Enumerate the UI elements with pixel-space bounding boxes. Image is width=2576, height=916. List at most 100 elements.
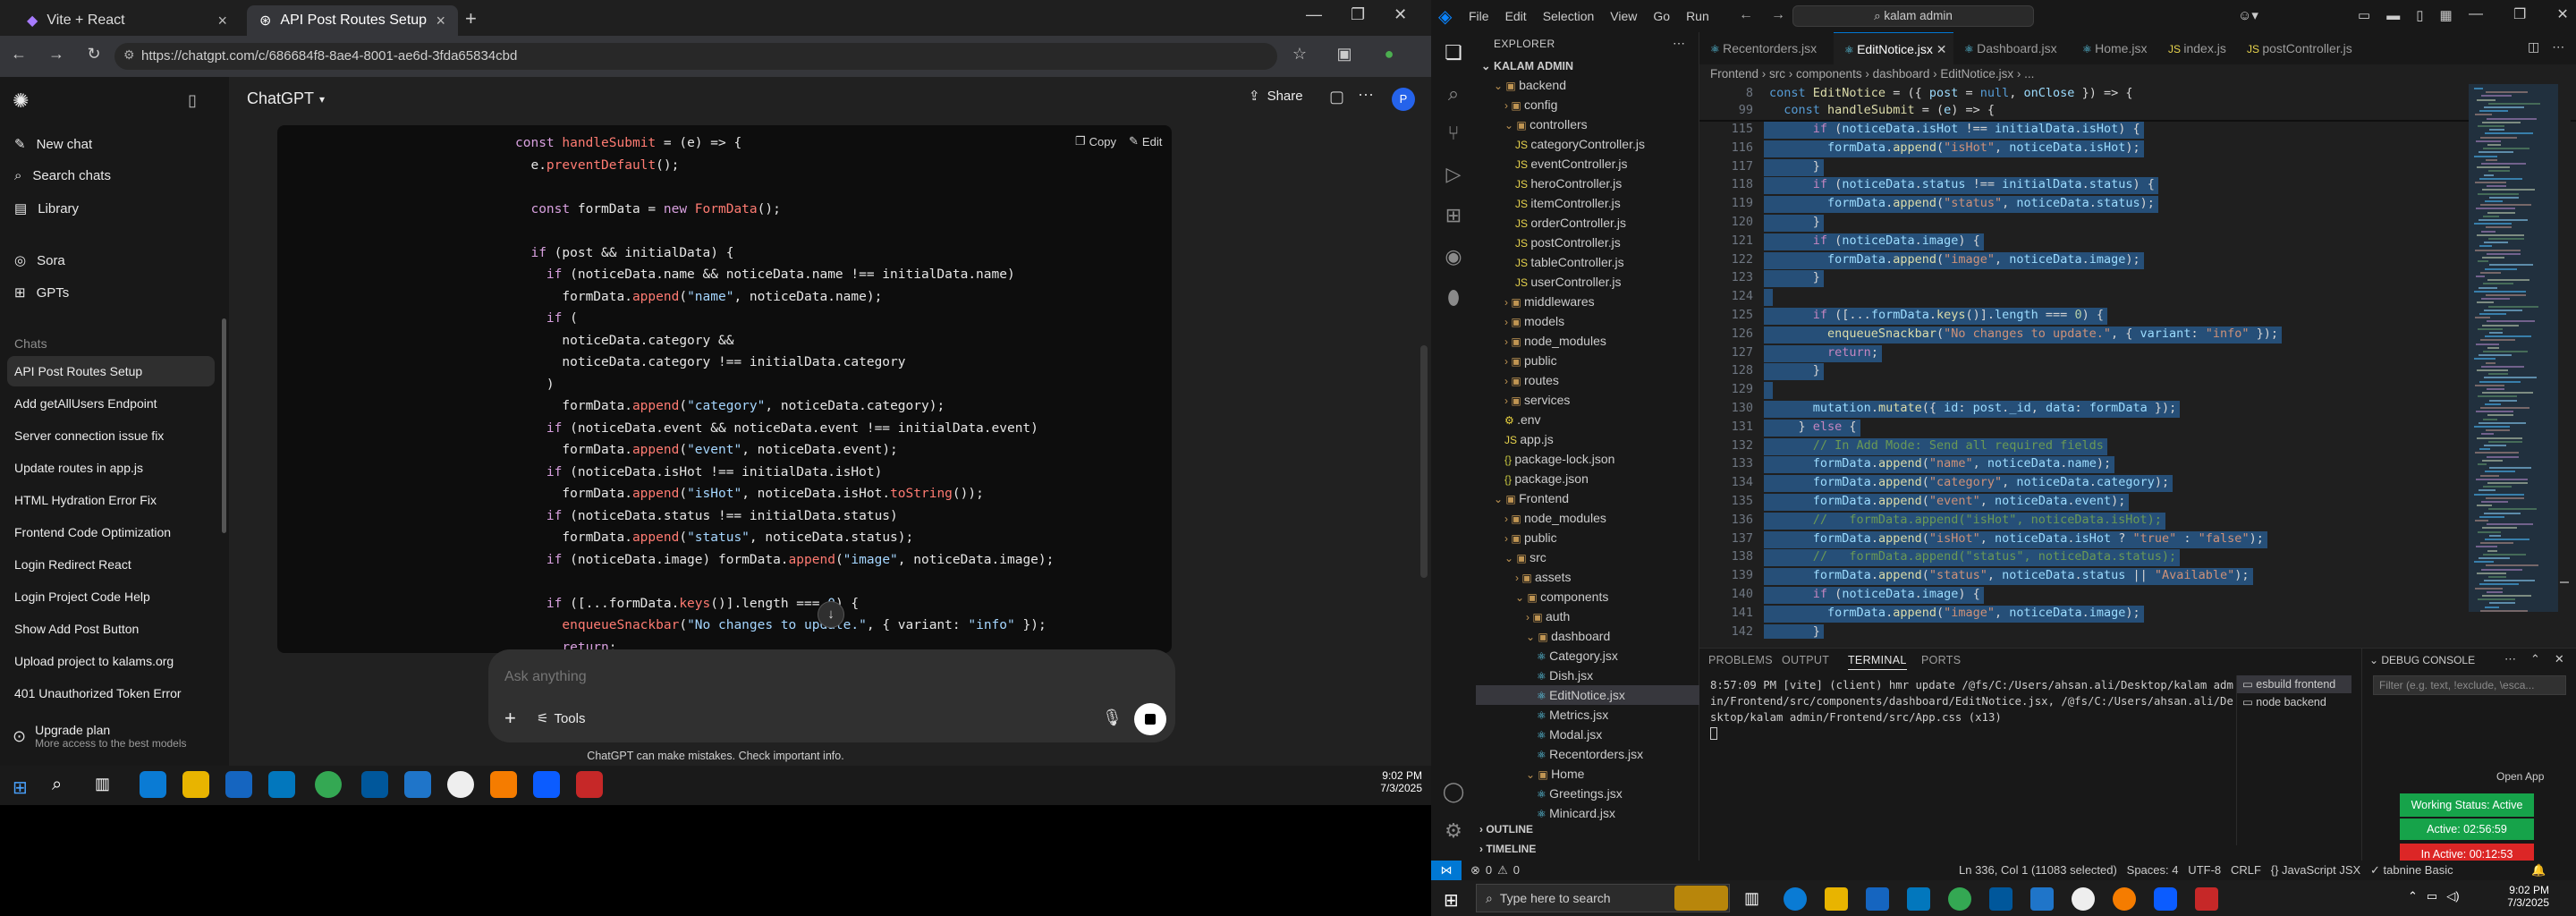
code-line[interactable]: enqueueSnackbar("No changes to update.",… [1769,327,2278,344]
tree-file[interactable]: JS postController.js [1515,233,1621,252]
chrome-taskbar-icon[interactable] [315,771,342,798]
tree-file[interactable]: ⚛ Greetings.jsx [1537,784,1623,803]
terminal-output[interactable]: 8:57:09 PM [vite] (client) hmr update /@… [1710,677,2233,740]
tree-file[interactable]: {} package.json [1504,469,1589,488]
source-control-icon[interactable]: ⑂ [1440,122,1467,148]
tree-file[interactable]: JS heroController.js [1515,174,1622,193]
more-actions-icon[interactable]: ⋯ [1673,36,1685,51]
github-taskbar-icon[interactable] [447,771,474,798]
nav-sora[interactable]: ◎ Sora [14,252,65,269]
tab-api-post-routes[interactable]: ⊛ API Post Routes Setup × [247,5,458,36]
app-taskbar-icon[interactable] [361,771,388,798]
close-tab-icon[interactable]: × [436,12,445,30]
layout-secondary-icon[interactable]: ▯ [2416,7,2423,23]
open-app-button[interactable]: Open App [2496,770,2544,783]
menu-dots-icon[interactable]: ⋮ [1422,45,1431,64]
tree-folder[interactable]: › ▣ models [1504,311,1564,331]
forward-icon[interactable]: → [45,45,68,64]
edge-taskbar-icon[interactable] [1784,887,1807,911]
tree-folder[interactable]: › ▣ node_modules [1504,331,1606,351]
tree-file[interactable]: ⚛ Modal.jsx [1537,725,1602,744]
chat-item[interactable]: Login Redirect React [7,549,215,580]
chat-item[interactable]: Server connection issue fix [7,420,215,451]
tree-folder[interactable]: › ▣ services [1504,390,1570,410]
chat-item[interactable]: Update routes in app.js [7,453,215,483]
sidebar-scrollbar[interactable] [222,318,226,533]
working-status-badge[interactable]: Working Status: Active [2400,793,2534,817]
profile-icon[interactable]: ● [1377,45,1401,64]
code-line[interactable]: formData.append("image", noticeData.imag… [1769,252,2140,269]
editor-tab[interactable]: ⚛ EditNotice.jsx ✕ [1834,32,1953,64]
run-debug-icon[interactable]: ▷ [1440,163,1467,190]
split-editor-icon[interactable]: ◫ [2528,39,2539,55]
menu-go[interactable]: Go [1653,9,1670,23]
code-line[interactable]: formData.append("event", noticeData.even… [1769,494,2126,511]
code-line[interactable]: // formData.append("isHot", noticeData.i… [1769,513,2162,530]
windows-start-icon[interactable]: ⊞ [1444,889,1459,912]
status-right[interactable]: Ln 336, Col 1 (11083 selected) Spaces: 4… [1959,861,2453,880]
tree-file[interactable]: JS tableController.js [1515,252,1624,272]
explorer-icon[interactable]: ❏ [1440,41,1467,68]
code-line[interactable]: } [1769,159,1820,176]
code-line[interactable]: formData.append("image", noticeData.imag… [1769,606,2140,623]
tree-file[interactable]: ⚛ EditNotice.jsx [1476,685,1699,705]
anydesk-taskbar-icon[interactable] [2195,887,2218,911]
nav-gpts[interactable]: ⊞ GPTs [14,284,69,301]
share-button[interactable]: ⇪ Share [1249,88,1303,105]
code-line[interactable]: } [1769,363,1820,380]
tree-file[interactable]: ⚛ Metrics.jsx [1537,705,1608,725]
vscode-taskbar-icon[interactable] [2030,887,2054,911]
mail-taskbar-icon[interactable] [268,771,295,798]
canvas-icon[interactable]: ▢ [1329,88,1344,106]
tree-folder[interactable]: ⌄ ▣ backend [1494,75,1566,95]
volume-icon[interactable]: ◁) [2446,889,2459,903]
model-selector[interactable]: ChatGPT ▾ [247,89,325,108]
tree-folder[interactable]: ⌄ ▣ controllers [1504,114,1588,134]
extension-icon[interactable]: ▣ [1333,45,1356,64]
chat-item[interactable]: 401 Unauthorized Token Error [7,678,215,708]
site-info-icon[interactable]: ⚙ [123,47,135,63]
url-field[interactable]: https://chatgpt.com/c/686684f8-8ae4-8001… [114,43,1277,70]
mongodb-icon[interactable]: ⬮ [1440,286,1467,313]
chat-item[interactable]: Frontend Code Optimization [7,517,215,547]
code-line[interactable]: if (noticeData.status !== initialData.st… [1769,177,2155,194]
tree-folder[interactable]: ⌄ ▣ src [1504,547,1546,567]
panel-tab-ports[interactable]: PORTS [1921,654,1961,666]
more-options-icon[interactable]: ⋯ [1358,86,1374,105]
chat-item[interactable]: Upload project to kalams.org [7,646,215,676]
app-taskbar-icon[interactable] [1989,887,2012,911]
tree-folder[interactable]: › ▣ auth [1526,606,1570,626]
nav-search-chats[interactable]: ⌕ Search chats [14,168,111,183]
forward-icon[interactable]: → [1771,7,1785,23]
close-icon[interactable]: ✕ [2556,5,2568,23]
postman-taskbar-icon[interactable] [2113,887,2136,911]
code-line[interactable]: if (noticeData.image) { [1769,587,1980,604]
store-taskbar-icon[interactable] [225,771,252,798]
nav-new-chat[interactable]: ✎ New chat [14,136,92,153]
anydesk-taskbar-icon[interactable] [576,771,603,798]
code-line[interactable]: } [1769,215,1820,232]
more-actions-icon[interactable]: ⋯ [2552,39,2564,55]
vscode-taskbar-icon[interactable] [404,771,431,798]
maximize-icon[interactable]: ❐ [2513,5,2526,23]
menu-run[interactable]: Run [1686,9,1709,23]
openai-logo-icon[interactable]: ✺ [13,89,29,113]
notifications-icon[interactable]: 🔔 [2531,861,2546,880]
network-icon[interactable]: ▭ [2427,889,2437,903]
code-line[interactable]: if (noticeData.image) { [1769,233,1980,250]
tree-file[interactable]: ⚛ Dish.jsx [1537,666,1593,685]
code-line[interactable]: // formData.append("status", noticeData.… [1769,549,2176,566]
edge-taskbar-icon[interactable] [140,771,166,798]
tree-folder[interactable]: ⌄ ▣ Frontend [1494,488,1569,508]
explorer-taskbar-icon[interactable] [182,771,209,798]
code-line[interactable]: mutation.mutate({ id: post._id, data: fo… [1769,401,2177,418]
code-line[interactable]: return; [1769,345,1878,362]
tab-vite-react[interactable]: ◆ Vite + React × [14,5,240,36]
zoom-taskbar-icon[interactable] [2154,887,2177,911]
tree-folder[interactable]: › ▣ public [1504,528,1557,547]
panel-tab-terminal[interactable]: TERMINAL [1848,654,1907,670]
minimize-icon[interactable]: — [1306,5,1322,24]
code-line[interactable]: // In Add Mode: Send all required fields [1769,438,2104,455]
new-tab-icon[interactable]: + [465,7,477,30]
code-line[interactable]: const handleSubmit = (e) => { [1769,103,1995,120]
